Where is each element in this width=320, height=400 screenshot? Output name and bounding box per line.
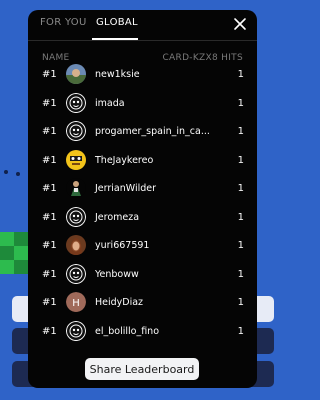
rank: #1	[42, 126, 57, 137]
hit-count: 1	[237, 126, 244, 137]
hit-count: 1	[237, 211, 244, 223]
leaderboard-row[interactable]: #1 yuri667591 1	[28, 232, 257, 261]
rank: #1	[42, 240, 57, 251]
leaderboard-row[interactable]: #1 TheJaykereo 1	[28, 147, 257, 176]
default-avatar-icon	[66, 263, 86, 284]
avatar	[66, 149, 86, 170]
leaderboard-row[interactable]: #1 Jeromeza 1	[28, 204, 257, 233]
letter-avatar: H	[66, 292, 86, 312]
username: Yenboww	[95, 268, 139, 280]
leaderboard-modal: FOR YOU GLOBAL NAME CARD-KZX8 HITS #1 ne…	[28, 10, 257, 388]
username: new1ksie	[95, 69, 140, 80]
leaderboard-row[interactable]: #1 JerrianWilder 1	[28, 175, 257, 204]
leaderboard-row[interactable]: #1 new1ksie 1	[28, 61, 257, 90]
username: JerrianWilder	[95, 183, 157, 194]
close-icon[interactable]	[233, 17, 247, 31]
username: progamer_spain_in_ca...	[95, 126, 210, 137]
tab-bar: FOR YOU GLOBAL	[28, 10, 257, 41]
share-leaderboard-button[interactable]: Share Leaderboard	[85, 358, 199, 380]
avatar	[66, 178, 86, 198]
rank: #1	[42, 97, 57, 109]
hit-count: 1	[237, 97, 244, 109]
leaderboard-row[interactable]: #1 Yenboww 1	[28, 261, 257, 290]
rank: #1	[42, 154, 57, 166]
leaderboard-row[interactable]: #1 el_bolillo_fino 1	[28, 318, 257, 347]
tab-for-you[interactable]: FOR YOU	[40, 17, 87, 28]
avatar-letter: H	[72, 298, 80, 309]
default-avatar-icon	[66, 121, 86, 141]
default-avatar-icon	[66, 320, 86, 341]
leaderboard-list: #1 new1ksie 1 #1 imada 1 #1 progamer_spa…	[28, 61, 257, 346]
hit-count: 1	[237, 240, 244, 251]
hit-count: 1	[237, 69, 244, 80]
avatar	[66, 235, 86, 255]
rank: #1	[42, 325, 57, 337]
hit-count: 1	[237, 154, 244, 166]
leaderboard-row[interactable]: #1 imada 1	[28, 90, 257, 119]
hit-count: 1	[237, 183, 244, 194]
leaderboard-row[interactable]: #1 H HeidyDiaz 1	[28, 289, 257, 318]
username: imada	[95, 97, 125, 109]
hit-count: 1	[237, 297, 244, 308]
username: yuri667591	[95, 240, 150, 251]
username: HeidyDiaz	[95, 297, 144, 308]
hit-count: 1	[237, 325, 244, 337]
default-avatar-icon	[66, 92, 86, 113]
active-tab-indicator	[92, 38, 138, 40]
username: TheJaykereo	[95, 154, 154, 166]
username: el_bolillo_fino	[95, 325, 160, 337]
tab-global[interactable]: GLOBAL	[96, 17, 138, 28]
default-avatar-icon	[66, 206, 86, 227]
username: Jeromeza	[95, 211, 140, 223]
rank: #1	[42, 297, 57, 308]
leaderboard-row[interactable]: #1 progamer_spain_in_ca... 1	[28, 118, 257, 147]
rank: #1	[42, 211, 57, 223]
rank: #1	[42, 268, 57, 280]
hit-count: 1	[237, 268, 244, 280]
rank: #1	[42, 69, 57, 80]
rank: #1	[42, 183, 57, 194]
avatar	[66, 64, 86, 84]
